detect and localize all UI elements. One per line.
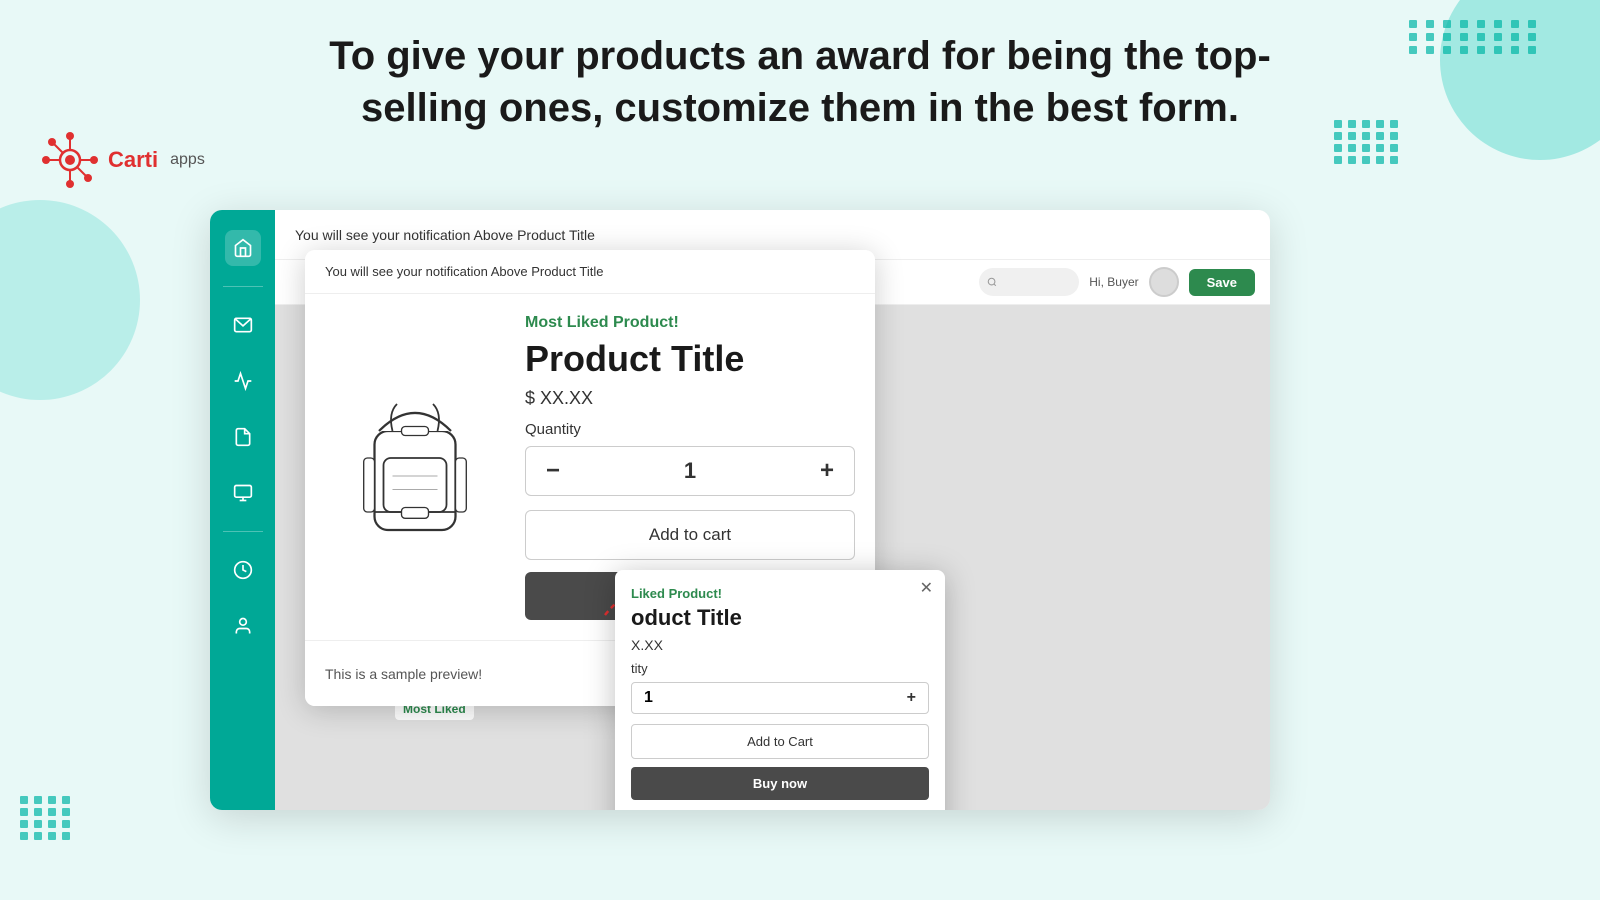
small-add-to-cart-button[interactable]: Add to Cart bbox=[631, 724, 929, 759]
small-qty-label: tity bbox=[631, 661, 929, 676]
headline: To give your products an award for being… bbox=[0, 30, 1600, 134]
main-content: You will see your notification Above Pro… bbox=[275, 210, 1270, 810]
add-to-cart-button[interactable]: Add to cart bbox=[525, 510, 855, 560]
sidebar bbox=[210, 210, 275, 810]
sidebar-item-display[interactable] bbox=[225, 475, 261, 511]
modal-notification-text: You will see your notification Above Pro… bbox=[305, 250, 875, 294]
small-buy-now-button[interactable]: Buy now bbox=[631, 767, 929, 800]
badge-most-liked: Most Liked Product! bbox=[525, 314, 855, 332]
hi-text: Hi, Buyer bbox=[1089, 275, 1138, 289]
search-bar[interactable] bbox=[979, 268, 1079, 296]
sidebar-item-person[interactable] bbox=[225, 608, 261, 644]
small-qty-control: 1 + bbox=[631, 682, 929, 714]
small-modal-close-btn[interactable]: ✕ bbox=[920, 578, 933, 598]
product-title: Product Title bbox=[525, 338, 855, 380]
app-window: You will see your notification Above Pro… bbox=[210, 210, 1270, 810]
sidebar-item-home[interactable] bbox=[225, 230, 261, 266]
search-icon bbox=[987, 277, 997, 287]
logo-icon bbox=[40, 130, 100, 190]
quantity-increase-btn[interactable]: + bbox=[820, 457, 834, 485]
sidebar-item-clock[interactable] bbox=[225, 552, 261, 588]
small-price: X.XX bbox=[631, 637, 929, 653]
logo-text: Carti bbox=[108, 147, 158, 173]
sample-preview-text: This is a sample preview! bbox=[325, 666, 482, 682]
small-quantity-value: 1 bbox=[644, 689, 653, 707]
avatar bbox=[1149, 267, 1179, 297]
product-price: $ XX.XX bbox=[525, 388, 855, 409]
quantity-control: − 1 + bbox=[525, 446, 855, 496]
product-image-area bbox=[325, 314, 505, 620]
small-modal-body: Liked Product! oduct Title X.XX tity 1 +… bbox=[615, 570, 945, 810]
decorative-circle-left bbox=[0, 200, 140, 400]
save-button-header[interactable]: Save bbox=[1189, 269, 1255, 296]
preview-modal-small: ✕ Liked Product! oduct Title X.XX tity 1… bbox=[615, 570, 945, 810]
quantity-decrease-btn[interactable]: − bbox=[546, 457, 560, 485]
logo-apps-text: apps bbox=[170, 151, 205, 169]
sidebar-divider-2 bbox=[223, 531, 263, 532]
quantity-label: Quantity bbox=[525, 421, 855, 438]
sidebar-item-chart[interactable] bbox=[225, 363, 261, 399]
dots-decoration-bottom-left bbox=[20, 796, 72, 840]
small-quantity-increase-btn[interactable]: + bbox=[907, 689, 916, 707]
logo: Carti apps bbox=[40, 130, 205, 190]
small-product-title: oduct Title bbox=[631, 605, 929, 631]
notification-text: You will see your notification Above Pro… bbox=[295, 227, 595, 243]
sidebar-item-document[interactable] bbox=[225, 419, 261, 455]
quantity-value: 1 bbox=[684, 458, 696, 484]
product-image-backpack bbox=[340, 377, 490, 557]
small-badge: Liked Product! bbox=[631, 586, 929, 601]
sidebar-divider-1 bbox=[223, 286, 263, 287]
sidebar-item-mail[interactable] bbox=[225, 307, 261, 343]
